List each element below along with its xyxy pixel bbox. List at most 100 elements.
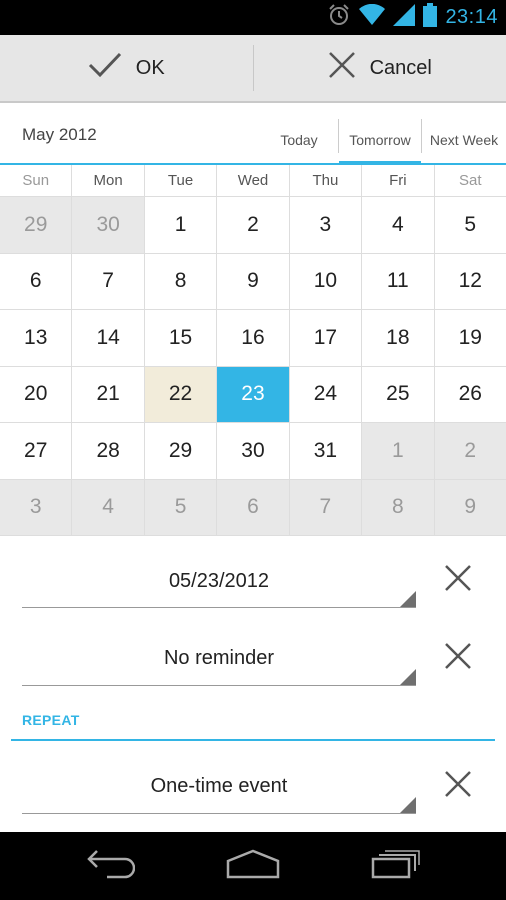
- calendar-day[interactable]: 7: [289, 479, 363, 535]
- calendar-day[interactable]: 29: [144, 423, 218, 479]
- calendar-day[interactable]: 4: [72, 479, 145, 535]
- calendar-day[interactable]: 4: [362, 197, 435, 253]
- calendar-day[interactable]: 1: [144, 197, 218, 253]
- weekday-label: Tue: [145, 165, 218, 196]
- home-icon[interactable]: [226, 849, 280, 884]
- close-icon: [445, 642, 471, 674]
- tab-tomorrow[interactable]: Tomorrow: [339, 117, 421, 167]
- battery-icon: [423, 3, 438, 32]
- calendar-day[interactable]: 8: [362, 479, 435, 535]
- calendar-day[interactable]: 12: [434, 253, 506, 309]
- calendar-week-row: 27 28 29 30 31 1 2: [0, 423, 506, 480]
- calendar-day[interactable]: 6: [217, 479, 290, 535]
- weekday-label: Fri: [362, 165, 435, 196]
- repeat-value: One-time event: [150, 774, 288, 797]
- spinner-corner-icon: [400, 669, 416, 685]
- spinner-underline: [22, 607, 416, 608]
- calendar-day[interactable]: 13: [0, 310, 73, 366]
- calendar-day[interactable]: 27: [0, 423, 73, 479]
- calendar-day[interactable]: 5: [434, 197, 506, 253]
- weekday-label: Mon: [72, 165, 145, 196]
- calendar-day[interactable]: 18: [362, 310, 435, 366]
- status-time: 23:14: [445, 6, 498, 28]
- calendar-day[interactable]: 3: [0, 479, 73, 535]
- signal-icon: [393, 4, 416, 31]
- close-icon: [445, 770, 471, 802]
- ok-label: OK: [135, 56, 165, 79]
- calendar-week-row: 3 4 5 6 7 8 9: [0, 479, 506, 536]
- reminder-spinner[interactable]: No reminder: [22, 633, 416, 683]
- calendar-day[interactable]: 28: [72, 423, 145, 479]
- calendar-week-row: 29 30 1 2 3 4 5: [0, 197, 506, 254]
- section-divider: [11, 739, 495, 741]
- calendar-day[interactable]: 31: [289, 423, 363, 479]
- status-icons: 23:14: [327, 0, 498, 35]
- calendar-grid: Sun Mon Tue Wed Thu Fri Sat 29 30 1 2 3 …: [0, 165, 506, 536]
- calendar-day[interactable]: 30: [217, 423, 290, 479]
- spinner-underline: [22, 685, 416, 686]
- calendar-day[interactable]: 6: [0, 253, 73, 309]
- quick-date-tabs: Today Tomorrow Next Week: [260, 117, 506, 167]
- reminder-value: No reminder: [163, 646, 275, 669]
- cancel-button[interactable]: Cancel: [254, 35, 506, 101]
- spinner-underline: [22, 813, 416, 814]
- repeat-section-header: REPEAT: [22, 712, 80, 728]
- status-bar: 23:14: [0, 0, 506, 35]
- calendar-day[interactable]: 9: [217, 253, 290, 309]
- weekday-header-row: Sun Mon Tue Wed Thu Fri Sat: [0, 165, 506, 197]
- calendar-day[interactable]: 7: [72, 253, 145, 309]
- weekday-label: Sun: [0, 165, 73, 196]
- spinner-corner-icon: [400, 591, 416, 607]
- calendar-day[interactable]: 10: [289, 253, 363, 309]
- calendar-day[interactable]: 14: [72, 310, 145, 366]
- calendar-day[interactable]: 16: [217, 310, 290, 366]
- spinner-corner-icon: [400, 797, 416, 813]
- weekday-label: Wed: [217, 165, 290, 196]
- month-title: May 2012: [22, 125, 97, 144]
- event-form: 05/23/2012 No reminder REPEAT One-time e…: [0, 536, 506, 832]
- calendar-day[interactable]: 15: [144, 310, 218, 366]
- tab-next-week[interactable]: Next Week: [422, 117, 506, 163]
- calendar-day[interactable]: 3: [289, 197, 363, 253]
- weekday-label: Thu: [290, 165, 363, 196]
- calendar-day[interactable]: 29: [0, 197, 73, 253]
- calendar-day[interactable]: 9: [434, 479, 506, 535]
- ok-button[interactable]: OK: [0, 35, 253, 101]
- action-bar: OK Cancel: [0, 35, 506, 103]
- alarm-icon: [327, 3, 351, 32]
- calendar-day[interactable]: 30: [72, 197, 145, 253]
- calendar-week-row: 20 21 22 23 24 25 26: [0, 366, 506, 423]
- calendar-day[interactable]: 5: [144, 479, 218, 535]
- back-icon[interactable]: [85, 849, 136, 884]
- calendar-day[interactable]: 17: [289, 310, 363, 366]
- calendar-day[interactable]: 24: [289, 366, 363, 422]
- tab-today[interactable]: Today: [260, 117, 338, 163]
- recent-apps-icon[interactable]: [371, 849, 421, 884]
- clear-repeat-button[interactable]: [440, 768, 476, 804]
- calendar-day-selected[interactable]: 23: [217, 366, 290, 422]
- calendar-day[interactable]: 26: [434, 366, 506, 422]
- date-spinner[interactable]: 05/23/2012: [22, 556, 416, 606]
- calendar-day[interactable]: 2: [217, 197, 290, 253]
- calendar-day[interactable]: 8: [144, 253, 218, 309]
- close-icon: [328, 51, 356, 85]
- weekday-label: Sat: [458, 172, 482, 189]
- calendar-day[interactable]: 21: [72, 366, 145, 422]
- clear-date-button[interactable]: [440, 562, 476, 598]
- repeat-spinner[interactable]: One-time event: [22, 761, 416, 811]
- cancel-label: Cancel: [369, 56, 432, 79]
- calendar-day[interactable]: 19: [434, 310, 506, 366]
- calendar-day[interactable]: 11: [362, 253, 435, 309]
- calendar-day[interactable]: 25: [362, 366, 435, 422]
- calendar-day[interactable]: 1: [362, 423, 435, 479]
- calendar-week-row: 6 7 8 9 10 11 12: [0, 253, 506, 310]
- navigation-bar: [0, 832, 506, 900]
- clear-reminder-button[interactable]: [440, 640, 476, 676]
- wifi-icon: [359, 3, 386, 31]
- close-icon: [445, 564, 471, 596]
- calendar-day-today[interactable]: 22: [144, 366, 218, 422]
- calendar-day[interactable]: 20: [0, 366, 73, 422]
- date-value: 05/23/2012: [168, 569, 270, 592]
- calendar-day[interactable]: 2: [434, 423, 506, 479]
- checkmark-icon: [88, 51, 122, 85]
